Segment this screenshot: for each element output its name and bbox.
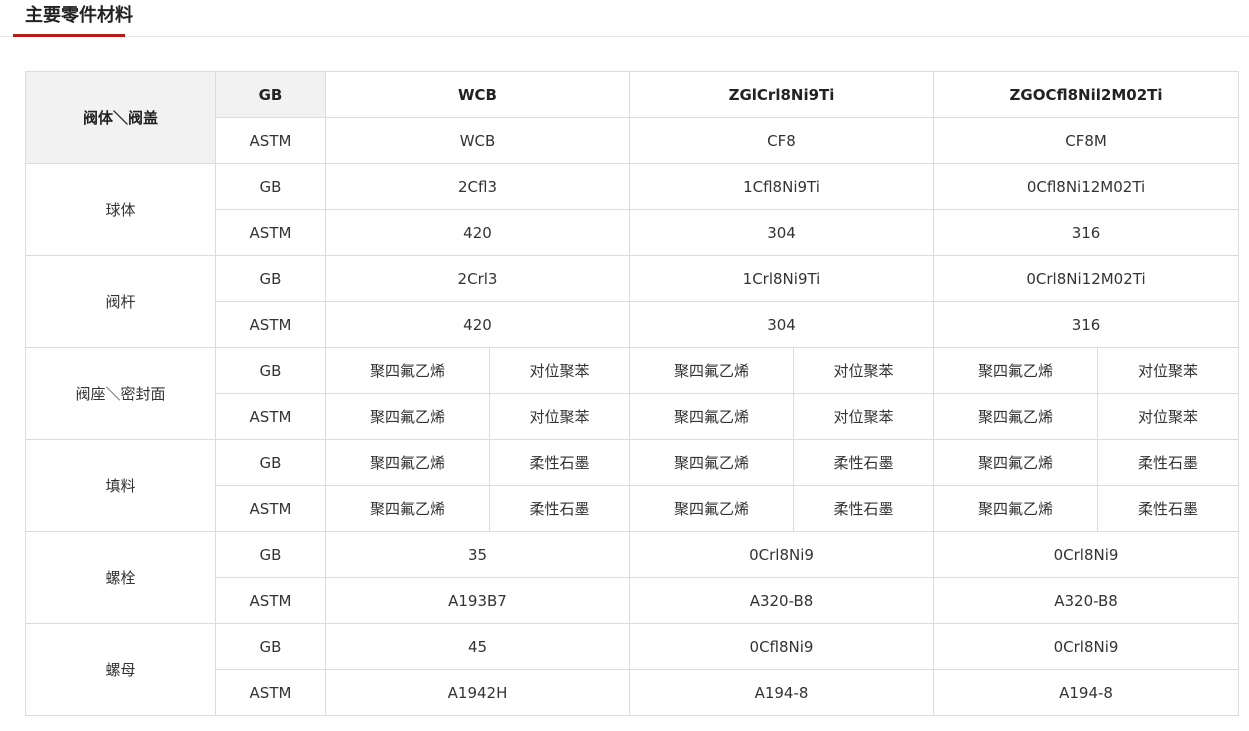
standard-cell: ASTM [215, 485, 326, 532]
material-cell: 420 [325, 301, 630, 348]
table-row-packing-gb: 填料 GB 聚四氟乙烯 柔性石墨 聚四氟乙烯 柔性石墨 聚四氟乙烯 柔性石墨 [25, 439, 1240, 532]
part-label-seat: 阀座＼密封面 [25, 347, 216, 440]
material-cell: 柔性石墨 [1097, 485, 1240, 532]
part-label-ball: 球体 [25, 163, 216, 256]
material-cell: A320-B8 [933, 577, 1240, 624]
part-label-bolt: 螺栓 [25, 531, 216, 624]
material-cell: CF8 [628, 117, 935, 164]
material-cell: 1Crl8Ni9Ti [628, 255, 935, 302]
material-cell: 柔性石墨 [489, 439, 630, 486]
material-cell: 聚四氟乙烯 [325, 393, 490, 440]
material-cell: 聚四氟乙烯 [933, 393, 1099, 440]
material-cell: 柔性石墨 [489, 485, 630, 532]
material-cell: A194-8 [628, 669, 935, 716]
material-cell: 柔性石墨 [792, 485, 935, 532]
material-cell: 0Crl8Ni12M02Ti [933, 255, 1240, 302]
material-cell: 柔性石墨 [792, 439, 935, 486]
standard-cell: ASTM [215, 117, 326, 164]
standard-cell: GB [215, 347, 326, 394]
standard-cell: GB [215, 163, 326, 210]
standard-cell: GB [215, 623, 326, 670]
material-cell: 对位聚苯 [1097, 393, 1240, 440]
material-cell: A194-8 [933, 669, 1240, 716]
material-cell: A193B7 [325, 577, 630, 624]
material-cell: 45 [325, 623, 630, 670]
material-cell: 0Crl8Ni9 [933, 531, 1240, 578]
material-cell: WCB [325, 71, 630, 118]
material-cell: 聚四氟乙烯 [933, 439, 1099, 486]
material-cell: 316 [933, 209, 1240, 256]
material-cell: 聚四氟乙烯 [629, 347, 794, 394]
material-cell: 1Cfl8Ni9Ti [628, 163, 935, 210]
material-cell: 聚四氟乙烯 [629, 393, 794, 440]
material-cell: A320-B8 [628, 577, 935, 624]
material-cell: A1942H [325, 669, 630, 716]
standard-cell: GB [215, 531, 326, 578]
material-cell: 对位聚苯 [489, 347, 630, 394]
materials-table: 阀体＼阀盖 GB WCB ZGlCrl8Ni9Ti ZGOCfl8Nil2M02… [25, 71, 1240, 716]
standard-cell: ASTM [215, 577, 326, 624]
material-cell: 304 [628, 209, 935, 256]
part-label-packing: 填料 [25, 439, 216, 532]
material-cell: 对位聚苯 [792, 393, 935, 440]
standard-cell: ASTM [215, 209, 326, 256]
material-cell: 35 [325, 531, 630, 578]
material-cell: 304 [628, 301, 935, 348]
table-row-body-gb: 阀体＼阀盖 GB WCB ZGlCrl8Ni9Ti ZGOCfl8Nil2M02… [25, 71, 1240, 164]
material-cell: ZGlCrl8Ni9Ti [628, 71, 935, 118]
standard-cell: ASTM [215, 393, 326, 440]
part-label-stem: 阀杆 [25, 255, 216, 348]
material-cell: 0Crl8Ni9 [628, 531, 935, 578]
material-cell: ZGOCfl8Nil2M02Ti [933, 71, 1240, 118]
material-cell: 聚四氟乙烯 [933, 485, 1099, 532]
standard-cell: GB [215, 255, 326, 302]
material-cell: 316 [933, 301, 1240, 348]
part-label-body-bonnet: 阀体＼阀盖 [25, 71, 216, 164]
table-row-stem-gb: 阀杆 GB 2Crl3 1Crl8Ni9Ti 0Crl8Ni12M02Ti [25, 255, 1240, 348]
section-header: 主要零件材料 [0, 0, 1249, 37]
section-title: 主要零件材料 [25, 5, 133, 26]
table-row-ball-gb: 球体 GB 2Cfl3 1Cfl8Ni9Ti 0Cfl8Ni12M02Ti [25, 163, 1240, 256]
material-cell: CF8M [933, 117, 1240, 164]
material-cell: 0Crl8Ni9 [933, 623, 1240, 670]
standard-cell: ASTM [215, 301, 326, 348]
material-cell: 0Cfl8Ni12M02Ti [933, 163, 1240, 210]
standard-cell: ASTM [215, 669, 326, 716]
standard-cell: GB [215, 71, 326, 118]
material-cell: 聚四氟乙烯 [629, 485, 794, 532]
material-cell: 聚四氟乙烯 [325, 439, 490, 486]
part-label-nut: 螺母 [25, 623, 216, 716]
material-cell: 对位聚苯 [792, 347, 935, 394]
material-cell: 柔性石墨 [1097, 439, 1240, 486]
material-cell: 聚四氟乙烯 [325, 485, 490, 532]
table-row-seat-gb: 阀座＼密封面 GB 聚四氟乙烯 对位聚苯 聚四氟乙烯 对位聚苯 聚四氟乙烯 对位… [25, 347, 1240, 440]
table-row-nut-gb: 螺母 GB 45 0Cfl8Ni9 0Crl8Ni9 [25, 623, 1240, 716]
material-cell: 对位聚苯 [1097, 347, 1240, 394]
material-cell: WCB [325, 117, 630, 164]
title-underline-accent [13, 34, 125, 37]
material-cell: 420 [325, 209, 630, 256]
material-cell: 0Cfl8Ni9 [628, 623, 935, 670]
material-cell: 聚四氟乙烯 [629, 439, 794, 486]
material-cell: 聚四氟乙烯 [933, 347, 1099, 394]
material-cell: 对位聚苯 [489, 393, 630, 440]
material-cell: 2Crl3 [325, 255, 630, 302]
material-cell: 2Cfl3 [325, 163, 630, 210]
table-row-bolt-gb: 螺栓 GB 35 0Crl8Ni9 0Crl8Ni9 [25, 531, 1240, 624]
material-cell: 聚四氟乙烯 [325, 347, 490, 394]
standard-cell: GB [215, 439, 326, 486]
